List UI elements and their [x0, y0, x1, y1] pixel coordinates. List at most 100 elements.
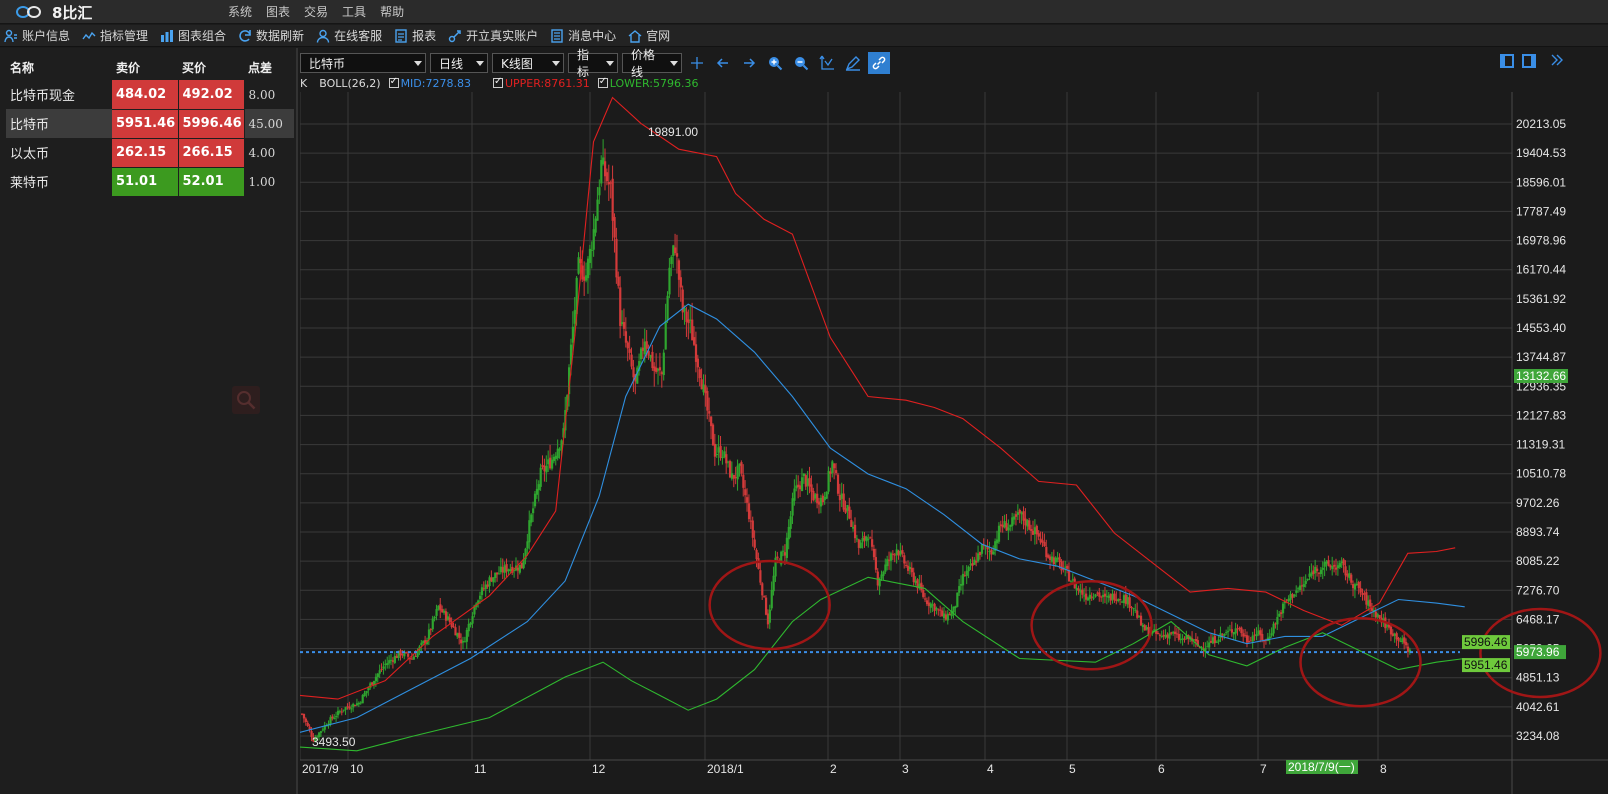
quote-row[interactable]: 比特币现金 484.02 492.02 8.00: [6, 80, 294, 110]
candle-body: [412, 656, 415, 660]
legend-mid-checkbox[interactable]: [388, 76, 399, 88]
quote-ask[interactable]: 492.02: [178, 80, 245, 110]
candle-body: [543, 465, 546, 472]
quote-name[interactable]: 以太币: [6, 138, 112, 167]
candle-body: [1299, 585, 1302, 591]
candle-body: [545, 465, 548, 473]
toolbar-report[interactable]: 报表: [390, 25, 444, 47]
candle-body: [1406, 646, 1410, 653]
quote-spread[interactable]: 1.00: [244, 167, 294, 196]
candle-body: [622, 322, 626, 329]
candle-body: [456, 633, 459, 637]
toolbar-online-support[interactable]: 在线客服: [312, 25, 390, 47]
candle-body: [1397, 638, 1400, 641]
link-tool-button[interactable]: [868, 52, 890, 74]
period-select[interactable]: 日线: [430, 53, 488, 73]
candle-body: [927, 602, 931, 606]
toolbar-chart-combo[interactable]: 图表组合: [156, 25, 234, 47]
quote-bid[interactable]: 484.02: [112, 80, 179, 110]
quote-spread[interactable]: 45.00: [244, 109, 294, 138]
menu-tools[interactable]: 工具: [335, 0, 373, 24]
quote-ask[interactable]: 52.01: [178, 167, 245, 197]
toolbar-official-site[interactable]: 官网: [624, 25, 678, 47]
candle-body: [942, 613, 946, 619]
scroll-left-button[interactable]: [712, 52, 734, 74]
candle-body: [329, 717, 332, 725]
candle-body: [901, 550, 904, 554]
quote-row[interactable]: 莱特币 51.01 52.01 1.00: [6, 167, 294, 197]
menu-trade[interactable]: 交易: [297, 0, 335, 24]
candle-body: [1050, 556, 1054, 562]
quote-row[interactable]: 比特币 5951.46 5996.46 45.00: [6, 109, 294, 139]
candle-body: [865, 536, 868, 542]
layout-left-panel-icon[interactable]: [1500, 54, 1514, 68]
candle-body: [486, 584, 489, 587]
axis-tool-button[interactable]: [816, 52, 838, 74]
candle-body: [516, 567, 520, 571]
quote-name[interactable]: 莱特币: [6, 167, 112, 196]
candle-body: [1014, 514, 1018, 517]
toolbar-indicator-manage[interactable]: 指标管理: [78, 25, 156, 47]
candle-body: [496, 572, 499, 575]
quote-bid[interactable]: 51.01: [112, 167, 179, 197]
layout-right-panel-icon[interactable]: [1522, 54, 1536, 68]
candle-body: [1210, 640, 1213, 643]
menu-chart[interactable]: 图表: [259, 0, 297, 24]
quote-ask[interactable]: 266.15: [178, 138, 245, 168]
candle-body: [717, 447, 720, 453]
candle-body: [978, 552, 982, 556]
candle-body: [1179, 639, 1182, 641]
quote-ask[interactable]: 5996.46: [178, 109, 245, 139]
quote-bid[interactable]: 5951.46: [112, 109, 179, 139]
legend-upper-checkbox[interactable]: [492, 76, 503, 88]
candle-body: [1393, 633, 1396, 636]
candle-body: [306, 722, 309, 726]
candle-body: [1194, 639, 1198, 642]
indicator-select[interactable]: 指标: [568, 48, 618, 79]
candle-body: [689, 319, 692, 321]
scroll-right-button[interactable]: [738, 52, 760, 74]
price-line-select[interactable]: 价格线: [622, 48, 682, 79]
zoom-out-button[interactable]: [790, 52, 812, 74]
account-icon: [4, 29, 17, 42]
candle-body: [874, 557, 878, 570]
candle-body: [660, 372, 664, 374]
candle-body: [725, 454, 728, 464]
menu-system[interactable]: 系统: [221, 0, 259, 24]
candle-body: [863, 535, 866, 541]
candle-body: [886, 559, 889, 567]
toolbar-refresh[interactable]: 数据刷新: [234, 25, 312, 47]
toolbar-account-info[interactable]: 账户信息: [0, 25, 78, 47]
crosshair-tool-button[interactable]: [686, 52, 708, 74]
candle-body: [677, 260, 681, 280]
quote-spread[interactable]: 8.00: [244, 80, 294, 109]
collapse-panel-icon[interactable]: [1550, 53, 1564, 67]
quote-row[interactable]: 以太币 262.15 266.15 4.00: [6, 138, 294, 168]
symbol-select[interactable]: 比特币: [300, 53, 426, 73]
price-line-select-value: 价格线: [631, 48, 656, 79]
candle-body: [643, 341, 646, 355]
title-bar: 8比汇 系统 图表 交易 工具 帮助: [0, 0, 1608, 24]
quote-name[interactable]: 比特币现金: [6, 80, 112, 109]
candle-body: [1092, 597, 1095, 599]
chart-type-select[interactable]: K线图: [492, 53, 564, 73]
y-axis-tick-label: 19404.53: [1516, 146, 1566, 160]
candle-body: [579, 259, 582, 264]
candle-body: [649, 355, 652, 359]
candle-body: [1162, 634, 1165, 637]
candle-body: [1039, 538, 1042, 543]
quote-spread[interactable]: 4.00: [244, 138, 294, 167]
candle-body: [501, 567, 504, 573]
price-chart[interactable]: 20213.05 19404.53 18596.01 17787.49 16978.96…: [300, 92, 1608, 794]
draw-tool-button[interactable]: [842, 52, 864, 74]
toolbar-open-account[interactable]: 开立真实账户: [444, 25, 546, 47]
quote-name[interactable]: 比特币: [6, 109, 112, 138]
quote-bid[interactable]: 262.15: [112, 138, 179, 168]
menu-help[interactable]: 帮助: [373, 0, 411, 24]
zoom-in-button[interactable]: [764, 52, 786, 74]
candle-body: [666, 295, 669, 321]
candle-body: [730, 473, 734, 479]
toolbar-message-center[interactable]: 消息中心: [546, 25, 624, 47]
search-icon[interactable]: [232, 386, 260, 414]
legend-lower-checkbox[interactable]: [597, 76, 608, 88]
